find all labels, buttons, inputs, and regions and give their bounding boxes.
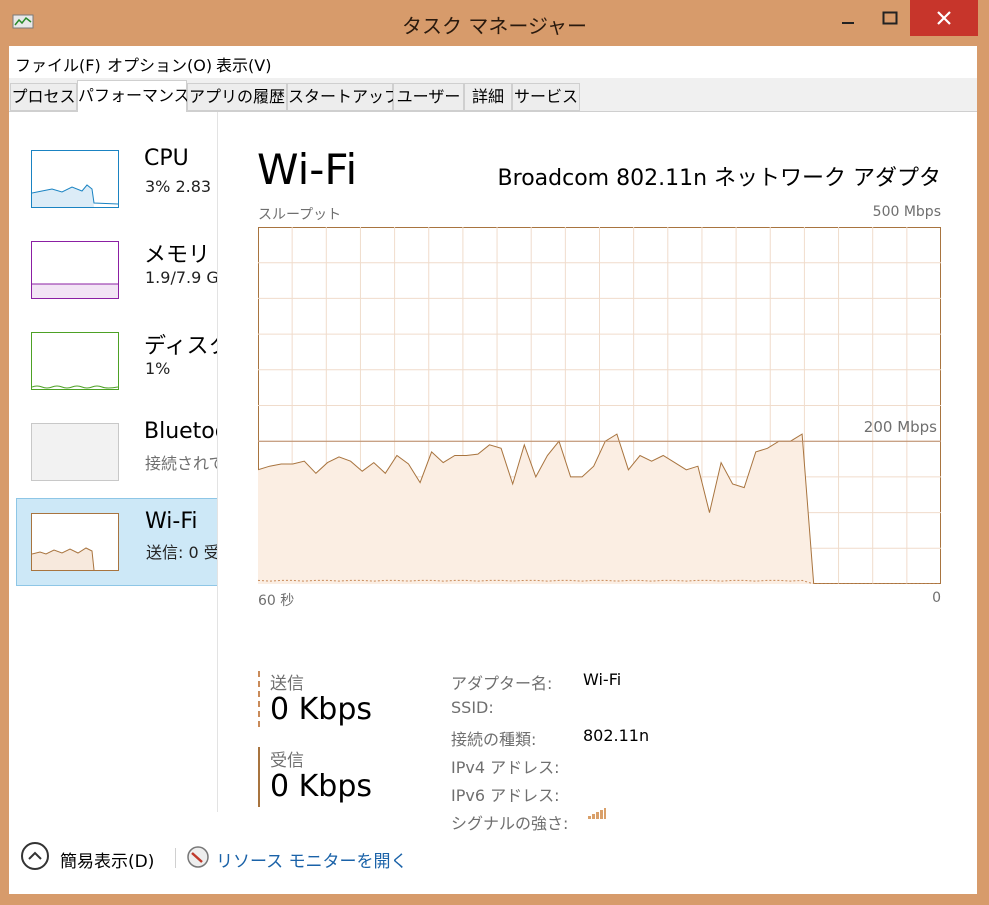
memory-value: 1.9/7.9 G <box>145 268 218 287</box>
chevron-up-icon <box>28 851 42 860</box>
prop-adapter-name-value: Wi-Fi <box>583 670 622 689</box>
resource-monitor-link[interactable]: リソース モニターを開く <box>216 847 408 872</box>
tab-performance[interactable]: パフォーマンス <box>77 80 190 112</box>
resource-monitor-icon <box>187 846 209 868</box>
minimize-button[interactable] <box>826 0 870 36</box>
prop-ssid-key: SSID: <box>451 698 494 717</box>
bluetooth-thumbnail <box>31 423 119 481</box>
wifi-thumbnail <box>31 513 119 571</box>
performance-panel: Wi-Fi Broadcom 802.11n ネットワーク アダプタ スループッ… <box>217 112 977 833</box>
menu-file[interactable]: ファイル(F) <box>15 52 101 76</box>
prop-adapter-name-key: アダプター名: <box>451 674 553 693</box>
sidebar-item-bluetooth[interactable]: Bluetoo 接続されて <box>16 401 218 489</box>
sidebar-item-memory[interactable]: メモリ 1.9/7.9 G <box>16 219 218 307</box>
bluetooth-label: Bluetoo <box>144 419 217 444</box>
sidebar-item-disk[interactable]: ディスク ( 1% <box>16 310 217 398</box>
chart-max-label: 500 Mbps <box>872 204 941 220</box>
task-manager-window: タスク マネージャー ファイル(F) オプション(O) 表示(V) プロセス パ… <box>0 0 989 905</box>
prop-connection-type-key: 接続の種類: <box>451 730 537 749</box>
footer-divider <box>175 848 176 868</box>
sidebar-item-cpu[interactable]: CPU 3% 2.83 <box>16 128 217 216</box>
cpu-label: CPU <box>144 146 189 171</box>
chart-title: スループット <box>258 207 342 223</box>
receive-label: 受信 <box>270 751 304 771</box>
time-axis-left: 60 秒 <box>258 593 295 609</box>
time-axis-right: 0 <box>932 590 941 606</box>
resource-sidebar: CPU 3% 2.83 メモリ 1.9/7.9 G ディス 1% Blueto … <box>9 112 218 812</box>
resource-title: Wi-Fi <box>257 145 358 194</box>
memory-thumbnail <box>31 241 119 299</box>
footer-bar: 簡易表示(D) リソース モニターを開く <box>9 824 977 894</box>
chart-mid-label: 200 Mbps <box>863 418 937 436</box>
prop-ipv4-key: IPv4 アドレス: <box>451 758 560 777</box>
close-button[interactable] <box>910 0 978 36</box>
maximize-icon <box>882 11 898 25</box>
prop-connection-type-value: 802.11n <box>583 726 650 745</box>
tab-processes[interactable]: プロセス <box>10 83 77 111</box>
tab-services[interactable]: サービス <box>512 83 580 111</box>
throughput-chart <box>258 227 941 584</box>
tab-bar: プロセス パフォーマンス アプリの履歴 スタートアップ ユーザー 詳細 サービス <box>9 78 977 112</box>
tab-users[interactable]: ユーザー <box>393 83 464 111</box>
maximize-button[interactable] <box>870 0 910 36</box>
memory-label: メモリ <box>144 243 211 268</box>
adapter-name: Broadcom 802.11n ネットワーク アダプタ <box>497 166 941 191</box>
bluetooth-value: 接続されて <box>145 454 218 473</box>
disk-label: ディスク ( <box>144 334 217 359</box>
send-label: 送信 <box>270 674 304 694</box>
send-value: 0 Kbps <box>270 692 373 727</box>
tab-details[interactable]: 詳細 <box>464 83 512 111</box>
close-icon <box>937 11 951 25</box>
receive-value: 0 Kbps <box>270 769 373 804</box>
cpu-value: 3% 2.83 <box>145 177 212 196</box>
signal-strength-icon <box>588 808 606 819</box>
sidebar-item-wifi[interactable]: Wi-Fi 送信: 0 受 <box>16 498 218 586</box>
minimize-icon <box>842 22 854 24</box>
fewer-details-button[interactable] <box>21 842 49 870</box>
wifi-value: 送信: 0 受 <box>146 543 218 562</box>
menu-options[interactable]: オプション(O) <box>107 52 212 76</box>
disk-thumbnail <box>31 332 119 390</box>
wifi-label: Wi-Fi <box>145 509 198 534</box>
receive-marker <box>258 747 260 807</box>
client-area: ファイル(F) オプション(O) 表示(V) プロセス パフォーマンス アプリの… <box>9 46 977 894</box>
menu-view[interactable]: 表示(V) <box>216 52 271 76</box>
tab-app-history[interactable]: アプリの履歴 <box>187 83 287 111</box>
tab-startup[interactable]: スタートアップ <box>287 83 400 111</box>
send-marker <box>258 671 260 727</box>
prop-ipv6-key: IPv6 アドレス: <box>451 786 560 805</box>
disk-value: 1% <box>145 359 171 378</box>
menu-bar: ファイル(F) オプション(O) 表示(V) <box>9 46 977 78</box>
cpu-thumbnail <box>31 150 119 208</box>
fewer-details-label[interactable]: 簡易表示(D) <box>60 847 154 872</box>
title-bar[interactable]: タスク マネージャー <box>0 0 989 44</box>
